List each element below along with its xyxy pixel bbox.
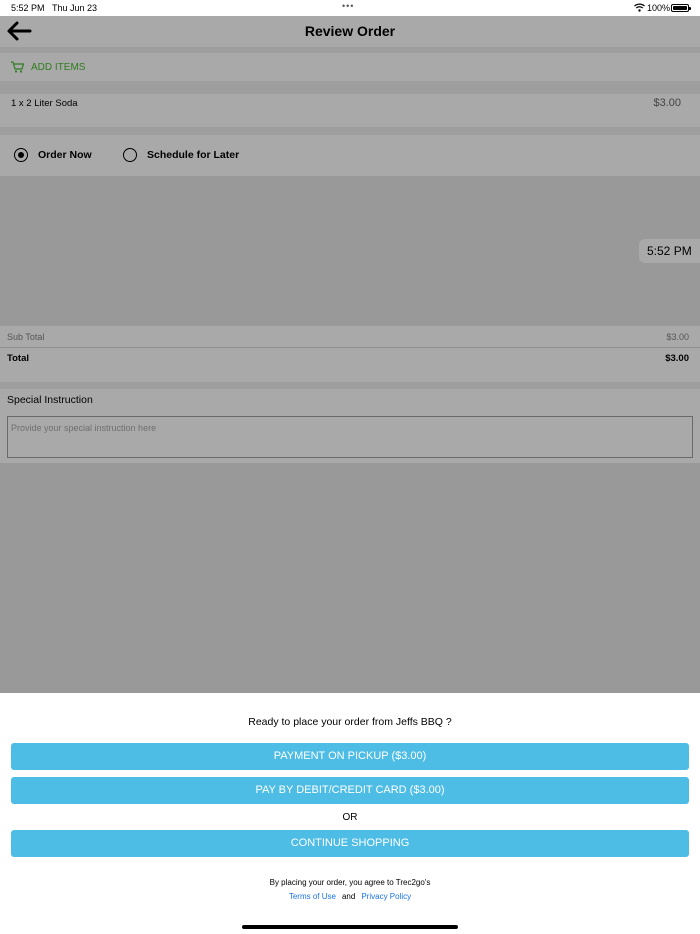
place-order-sheet: Ready to place your order from Jeffs BBQ…	[0, 693, 700, 934]
schedule-later-label: Schedule for Later	[147, 149, 240, 161]
place-order-question: Ready to place your order from Jeffs BBQ…	[248, 716, 452, 728]
special-instruction-input[interactable]	[7, 416, 693, 458]
multitasking-dots[interactable]: •••	[342, 1, 354, 11]
battery-percent: 100%	[647, 3, 671, 13]
subtotal-value: $3.00	[666, 332, 689, 342]
page-title: Review Order	[304, 23, 396, 39]
add-items-button[interactable]: ADD ITEMS	[0, 53, 700, 81]
or-separator: OR	[342, 812, 358, 823]
order-type-selector: Order Now Schedule for Later	[0, 135, 700, 176]
divider-band	[0, 382, 700, 389]
status-date: Thu Jun 23	[52, 3, 98, 13]
nav-bar: Review Order	[0, 16, 700, 47]
radio-unselected-icon	[123, 148, 137, 162]
status-bar: 5:52 PM Thu Jun 23 ••• 100%	[0, 0, 700, 16]
agreement-text: By placing your order, you agree to Trec…	[269, 878, 431, 887]
totals-divider	[0, 347, 700, 348]
order-item-name: 1 x 2 Liter Soda	[11, 98, 78, 109]
add-items-label: ADD ITEMS	[31, 62, 86, 73]
battery-icon	[671, 4, 691, 12]
legal-links: Terms of Use and Privacy Policy	[0, 892, 700, 901]
home-indicator[interactable]	[242, 925, 458, 929]
pickup-time-chip[interactable]: 5:52 PM	[639, 239, 700, 263]
subtotal-label: Sub Total	[7, 332, 45, 342]
divider-band	[0, 127, 700, 135]
wifi-icon	[634, 3, 645, 14]
totals-section: Sub Total $3.00 Total $3.00	[0, 326, 700, 382]
order-item-row[interactable]: 1 x 2 Liter Soda $3.00	[0, 94, 700, 127]
time-picker-area	[0, 176, 700, 326]
total-value: $3.00	[665, 353, 689, 364]
continue-shopping-button[interactable]: CONTINUE SHOPPING	[11, 830, 689, 857]
total-label: Total	[7, 353, 29, 364]
order-item-price: $3.00	[653, 97, 681, 109]
pickup-time: 5:52 PM	[647, 244, 692, 258]
divider-band	[0, 81, 700, 94]
and-text: and	[341, 892, 356, 901]
payment-on-pickup-button[interactable]: PAYMENT ON PICKUP ($3.00)	[11, 743, 689, 770]
pay-by-card-button[interactable]: PAY BY DEBIT/CREDIT CARD ($3.00)	[11, 777, 689, 804]
privacy-policy-link[interactable]: Privacy Policy	[361, 892, 411, 901]
radio-selected-icon	[14, 148, 28, 162]
order-now-label: Order Now	[38, 149, 92, 161]
special-instruction-label: Special Instruction	[7, 394, 93, 406]
status-time: 5:52 PM	[11, 3, 45, 13]
special-instruction-section: Special Instruction	[0, 389, 700, 463]
cart-icon	[10, 60, 25, 74]
terms-of-use-link[interactable]: Terms of Use	[289, 892, 336, 901]
